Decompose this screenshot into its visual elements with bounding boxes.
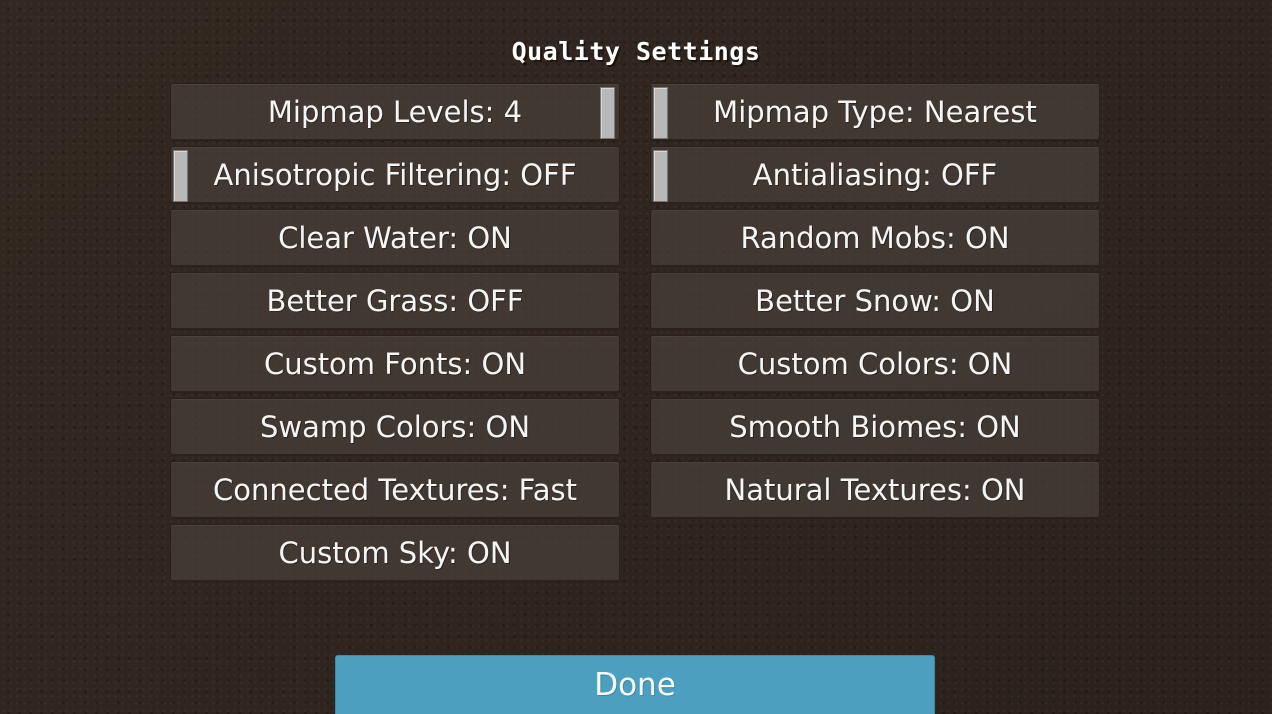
antialiasing-slider[interactable]: Antialiasing: OFF — [650, 146, 1100, 204]
better-grass-button[interactable]: Better Grass: OFF — [170, 272, 620, 330]
mipmap-levels-slider[interactable]: Mipmap Levels: 4 — [170, 83, 620, 141]
custom-fonts-button[interactable]: Custom Fonts: ON — [170, 335, 620, 393]
clear-water-button[interactable]: Clear Water: ON — [170, 209, 620, 267]
smooth-biomes-label: Smooth Biomes: ON — [729, 409, 1021, 444]
mipmap-type-label: Mipmap Type: Nearest — [713, 94, 1037, 129]
random-mobs-label: Random Mobs: ON — [740, 220, 1010, 255]
screen-title: Quality Settings — [511, 37, 761, 66]
mipmap-type-slider-handle[interactable] — [653, 87, 668, 139]
custom-fonts-label: Custom Fonts: ON — [263, 346, 527, 381]
clear-water-label: Clear Water: ON — [278, 220, 512, 255]
better-grass-label: Better Grass: OFF — [266, 283, 524, 318]
done-button-label: Done — [594, 666, 676, 703]
custom-colors-button[interactable]: Custom Colors: ON — [650, 335, 1100, 393]
anisotropic-filtering-slider-handle[interactable] — [173, 150, 188, 202]
anisotropic-filtering-label: Anisotropic Filtering: OFF — [213, 157, 577, 192]
anisotropic-filtering-slider[interactable]: Anisotropic Filtering: OFF — [170, 146, 620, 204]
custom-sky-label: Custom Sky: ON — [278, 535, 512, 570]
mipmap-levels-slider-handle[interactable] — [600, 87, 615, 139]
smooth-biomes-button[interactable]: Smooth Biomes: ON — [650, 398, 1100, 456]
custom-colors-label: Custom Colors: ON — [737, 346, 1013, 381]
swamp-colors-button[interactable]: Swamp Colors: ON — [170, 398, 620, 456]
natural-textures-button[interactable]: Natural Textures: ON — [650, 461, 1100, 519]
better-snow-label: Better Snow: ON — [755, 283, 995, 318]
antialiasing-slider-handle[interactable] — [653, 150, 668, 202]
connected-textures-label: Connected Textures: Fast — [213, 472, 577, 507]
done-button[interactable]: Done — [335, 655, 935, 714]
natural-textures-label: Natural Textures: ON — [724, 472, 1026, 507]
custom-sky-button[interactable]: Custom Sky: ON — [170, 524, 620, 582]
mipmap-levels-label: Mipmap Levels: 4 — [267, 94, 523, 129]
antialiasing-label: Antialiasing: OFF — [752, 157, 998, 192]
random-mobs-button[interactable]: Random Mobs: ON — [650, 209, 1100, 267]
mipmap-type-slider[interactable]: Mipmap Type: Nearest — [650, 83, 1100, 141]
swamp-colors-label: Swamp Colors: ON — [259, 409, 531, 444]
better-snow-button[interactable]: Better Snow: ON — [650, 272, 1100, 330]
connected-textures-button[interactable]: Connected Textures: Fast — [170, 461, 620, 519]
